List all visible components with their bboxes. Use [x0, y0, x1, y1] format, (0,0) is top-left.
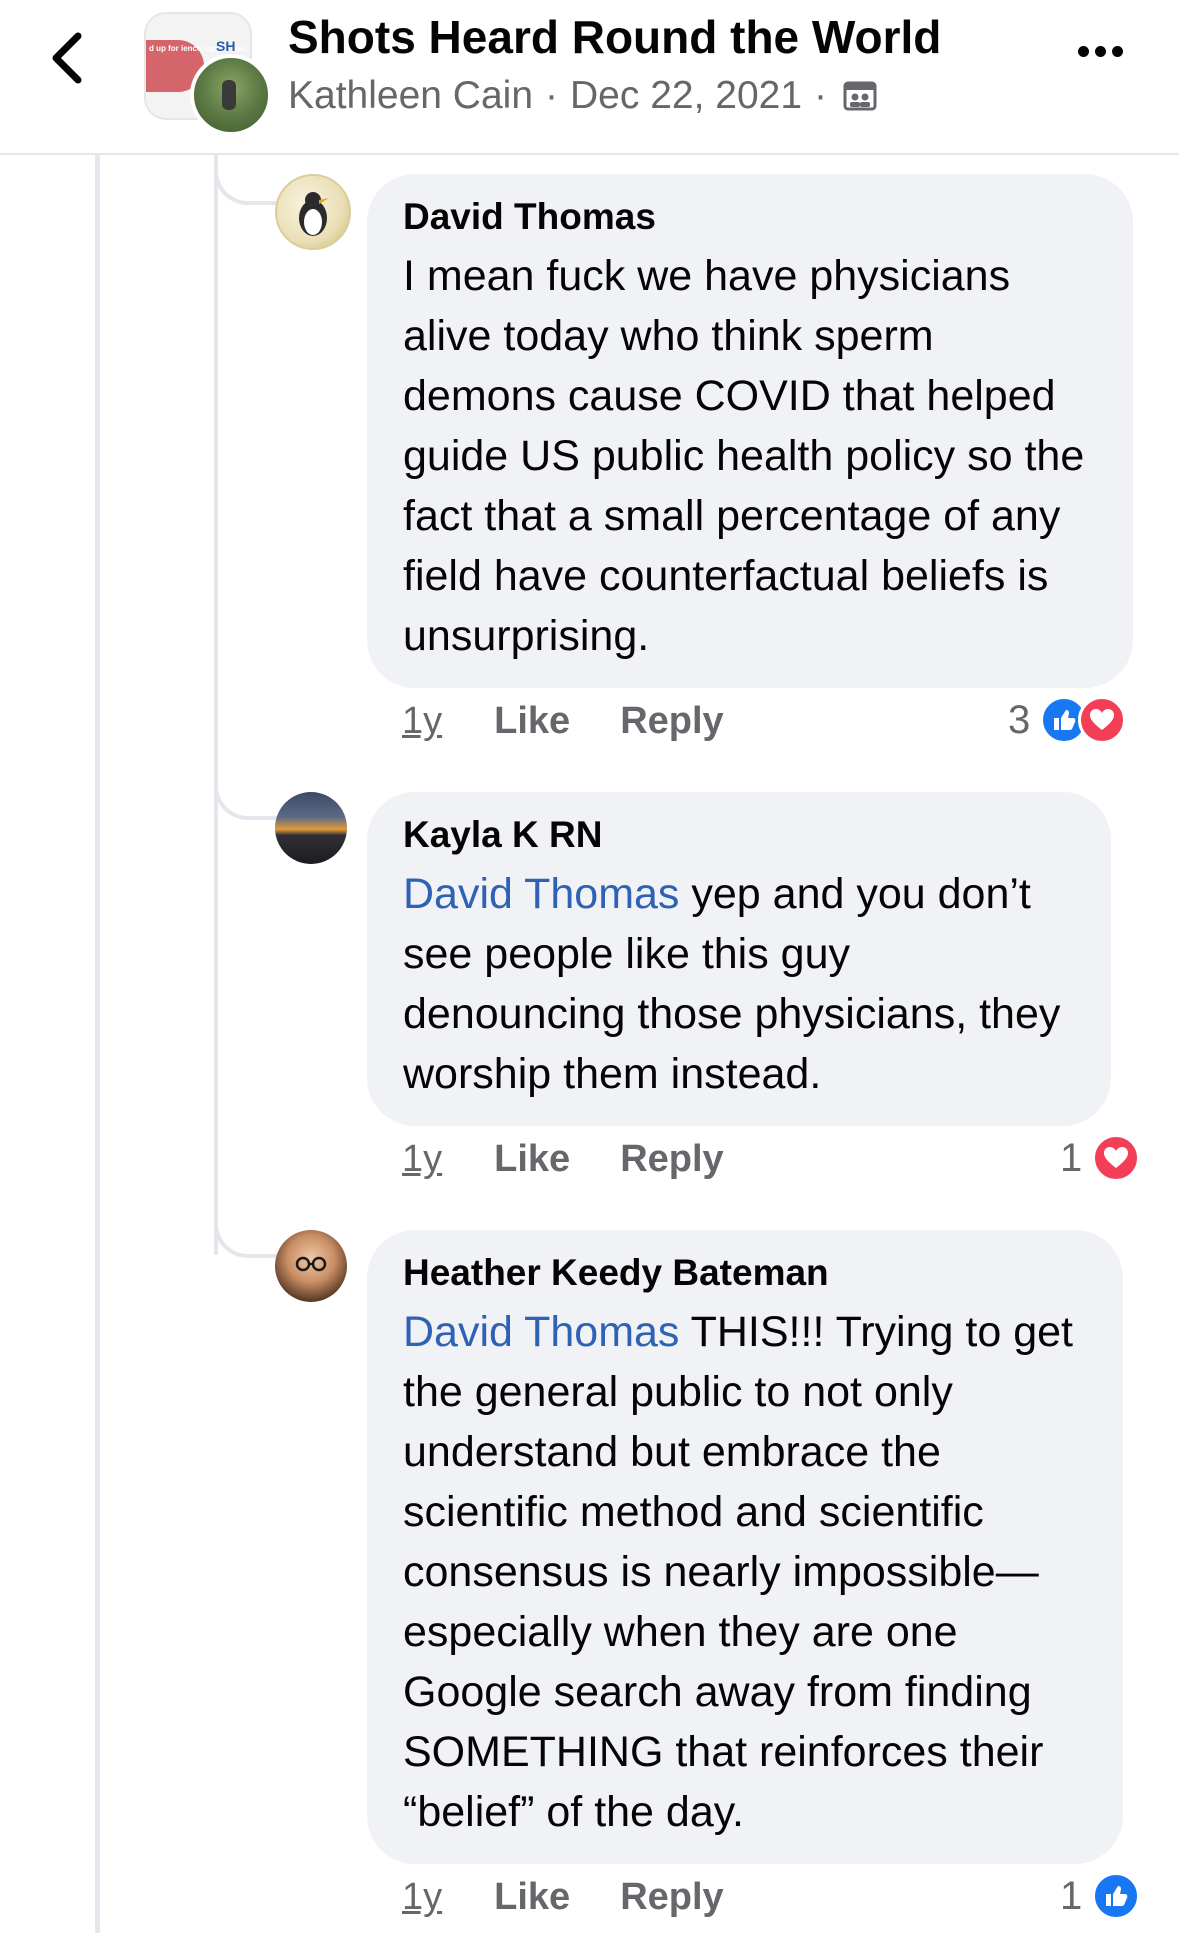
comment-body: I mean fuck we have physicians alive tod…: [403, 252, 1085, 660]
separator-dot: ·: [545, 74, 559, 117]
comment-author[interactable]: David Thomas: [403, 196, 1097, 238]
comment-text: I mean fuck we have physicians alive tod…: [403, 246, 1097, 666]
post-date[interactable]: Dec 22, 2021: [570, 74, 802, 118]
reaction-summary[interactable]: 3: [1008, 696, 1127, 744]
comment-body: THIS!!! Trying to get the general public…: [403, 1308, 1073, 1836]
chevron-left-icon: [52, 32, 82, 84]
like-button[interactable]: Like: [494, 1138, 570, 1181]
comment-author[interactable]: Kayla K RN: [403, 814, 1075, 856]
group-icon: [843, 79, 877, 113]
separator-dot: ·: [814, 74, 828, 117]
comment-author[interactable]: Heather Keedy Bateman: [403, 1252, 1087, 1294]
reaction-count: 1: [1060, 1135, 1083, 1180]
comment-bubble: David Thomas I mean fuck we have physici…: [367, 174, 1133, 688]
comment-time[interactable]: 1y: [402, 1138, 442, 1181]
reply-connector: [214, 155, 278, 205]
comment-bubble: Kayla K RN David Thomas yep and you don’…: [367, 792, 1111, 1126]
reaction-count: 1: [1060, 1873, 1083, 1918]
reaction-summary[interactable]: 1: [1060, 1872, 1141, 1920]
more-dot: [1095, 46, 1106, 57]
avatar-figure: [222, 80, 236, 110]
reaction-count: 3: [1008, 697, 1031, 742]
comment-actions: 1y Like Reply: [402, 1876, 724, 1919]
comment-actions: 1y Like Reply: [402, 700, 724, 743]
mention-link[interactable]: David Thomas: [403, 870, 679, 918]
reply-button[interactable]: Reply: [620, 1138, 723, 1181]
group-title[interactable]: Shots Heard Round the World: [288, 10, 941, 64]
like-reaction-icon: [1092, 1872, 1141, 1920]
post-subline: Kathleen Cain · Dec 22, 2021 ·: [288, 74, 877, 118]
glasses-icon: [295, 1256, 327, 1272]
thread-line: [95, 155, 100, 1933]
like-button[interactable]: Like: [494, 700, 570, 743]
avatar[interactable]: [275, 1230, 347, 1302]
love-reaction-icon: [1078, 696, 1127, 744]
mention-link[interactable]: David Thomas: [403, 1308, 679, 1356]
comment-text: David Thomas THIS!!! Trying to get the g…: [403, 1302, 1087, 1842]
reply-button[interactable]: Reply: [620, 700, 723, 743]
comment-bubble: Heather Keedy Bateman David Thomas THIS!…: [367, 1230, 1123, 1864]
reply-thread-line: [214, 155, 218, 1255]
more-options-button[interactable]: [1078, 46, 1123, 57]
comment-actions: 1y Like Reply: [402, 1138, 724, 1181]
post-author[interactable]: Kathleen Cain: [288, 74, 533, 118]
reaction-summary[interactable]: 1: [1060, 1134, 1141, 1182]
reply-connector: [214, 770, 278, 820]
like-button[interactable]: Like: [494, 1876, 570, 1919]
reply-connector: [214, 1208, 278, 1258]
avatar[interactable]: [275, 792, 347, 864]
author-avatar[interactable]: [190, 54, 272, 136]
more-horizontal-icon: [1078, 46, 1089, 57]
penguin-icon: [299, 192, 329, 236]
post-header: d up for ience, up for you SH Shots Hear…: [0, 0, 1179, 155]
avatar[interactable]: [275, 174, 351, 250]
comment-time[interactable]: 1y: [402, 1876, 442, 1919]
back-button[interactable]: [44, 30, 92, 86]
more-dot: [1112, 46, 1123, 57]
comment-time[interactable]: 1y: [402, 700, 442, 743]
comment-text: David Thomas yep and you don’t see peopl…: [403, 864, 1075, 1104]
group-avatar-logo-text: SH: [216, 38, 236, 54]
reply-button[interactable]: Reply: [620, 1876, 723, 1919]
love-reaction-icon: [1092, 1134, 1141, 1182]
